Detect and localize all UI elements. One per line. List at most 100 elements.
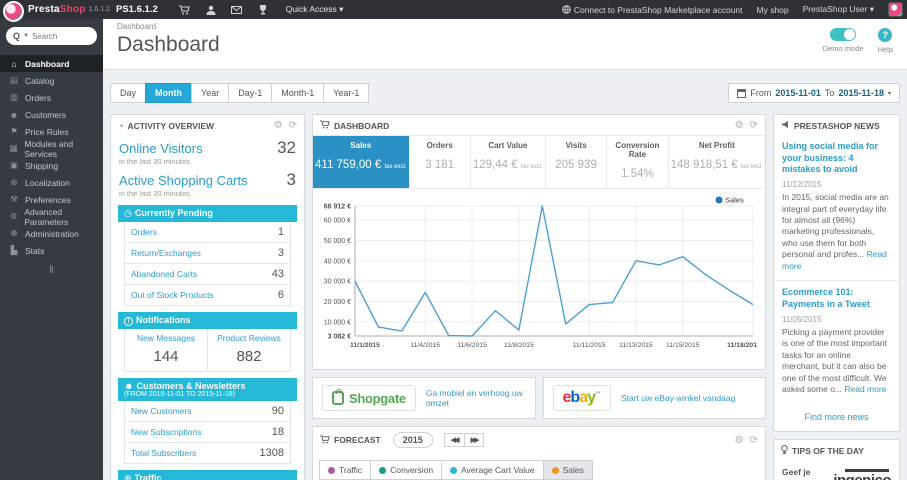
- ebay-link[interactable]: Start uw eBay-winkel vandaag: [621, 393, 735, 403]
- quick-access-menu[interactable]: Quick Access ▾: [286, 4, 344, 15]
- svg-text:30 000 €: 30 000 €: [324, 279, 351, 286]
- search-scope-caret-icon[interactable]: ▼: [23, 33, 29, 39]
- my-shop-link[interactable]: My shop: [757, 5, 789, 15]
- svg-text:3 082 €: 3 082 €: [328, 334, 351, 341]
- sidebar-item-administration[interactable]: ☸ Administration: [0, 225, 103, 242]
- news-article: Ecommerce 101: Payments in a Tweet 11/05…: [774, 281, 899, 403]
- customers-row: New Customers 90: [124, 401, 291, 422]
- sidebar-item-preferences[interactable]: ⚒ Preferences: [0, 191, 103, 208]
- returns-link[interactable]: Return/Exchanges: [131, 248, 201, 258]
- gear-icon[interactable]: ⚙: [274, 120, 283, 131]
- orders-link[interactable]: Orders: [131, 227, 157, 237]
- refresh-icon[interactable]: ⟳: [750, 435, 758, 446]
- shopgate-logo[interactable]: Shopgate: [322, 385, 416, 411]
- sidebar-item-orders[interactable]: ▥ Orders: [0, 89, 103, 106]
- sidebar-item-shipping[interactable]: ▣ Shipping: [0, 157, 103, 174]
- top-bar: PrestaShop 1.6.1.2 PS1.6.1.2 Quick Acces…: [0, 0, 907, 22]
- filter-row: Day Month Year Day-1 Month-1 Year-1 From…: [110, 83, 900, 103]
- find-more-news-link[interactable]: Find more news: [774, 404, 899, 431]
- sidebar-item-localization[interactable]: ⊕ Localization: [0, 174, 103, 191]
- out-of-stock-link[interactable]: Out of Stock Products: [131, 290, 214, 300]
- tab-traffic[interactable]: Traffic: [319, 460, 372, 480]
- gear-icon[interactable]: ⚙: [735, 435, 744, 446]
- modules-row: Shopgate Ga mobiel en verhoog uw omzet e…: [312, 377, 766, 426]
- preset-year-button[interactable]: Year: [191, 83, 230, 103]
- date-range-picker[interactable]: From 2015-11-01 To 2015-11-18 ▾: [728, 83, 900, 103]
- activity-overview-panel: ◔ ACTIVITY OVERVIEW ⚙ ⟳ Online Visitors 32…: [110, 114, 305, 480]
- online-visitors-metric: Online Visitors 32 in the last 30 minutes: [119, 138, 296, 166]
- traffic-section: ⊕Traffic(FROM 2015-11-01 TO 2015-11-18) …: [118, 470, 297, 480]
- active-carts-link[interactable]: Active Shopping Carts: [119, 173, 248, 188]
- marketplace-link[interactable]: Connect to PrestaShop Marketplace accoun…: [562, 5, 743, 15]
- forecast-panel: FORECAST 2015 ◀◀ ▶▶ ⚙ ⟳ Traffic Conversio…: [312, 426, 766, 480]
- sidebar-item-modules[interactable]: ▦ Modules and Services: [0, 139, 103, 159]
- version-label: PS1.6.1.2: [116, 4, 158, 15]
- article-title-link[interactable]: Using social media for your business: 4 …: [782, 141, 891, 176]
- kpi-sales[interactable]: Sales 411 759,00 € tax excl.: [313, 136, 410, 188]
- forecast-tabs: Traffic Conversion Average Cart Value Sa…: [313, 452, 765, 480]
- new-subscriptions-link[interactable]: New Subscriptions: [131, 427, 201, 437]
- forecast-year[interactable]: 2015: [392, 432, 433, 448]
- user-avatar[interactable]: [888, 2, 903, 17]
- next-year-button[interactable]: ▶▶: [463, 434, 484, 446]
- cart-icon[interactable]: [172, 4, 198, 15]
- user-icon[interactable]: [198, 5, 224, 15]
- sidebar-item-stats[interactable]: ▙ Stats: [0, 242, 103, 259]
- calendar-icon: [737, 88, 747, 98]
- customers-icon: ☻: [9, 109, 19, 120]
- svg-text:10 000 €: 10 000 €: [324, 319, 351, 326]
- trophy-icon[interactable]: [250, 4, 276, 15]
- svg-text:11/4/2015: 11/4/2015: [410, 342, 440, 349]
- kpi-visits[interactable]: Visits 205 939: [546, 136, 608, 188]
- lightbulb-icon: [781, 444, 788, 457]
- new-messages-link[interactable]: New Messages: [127, 333, 205, 343]
- sidebar-item-price-rules[interactable]: ⚑ Price Rules: [0, 123, 103, 140]
- sidebar-search[interactable]: Q ▼: [6, 27, 97, 45]
- refresh-icon[interactable]: ⟳: [289, 120, 297, 131]
- preset-month-1-button[interactable]: Month-1: [271, 83, 325, 103]
- sidebar-item-customers[interactable]: ☻ Customers: [0, 106, 103, 123]
- shopgate-link[interactable]: Ga mobiel en verhoog uw omzet: [426, 388, 526, 408]
- previous-year-button[interactable]: ◀◀: [445, 434, 464, 446]
- total-subscribers-link[interactable]: Total Subscribers: [131, 448, 196, 458]
- tips-heading: Geef je Sales in het buitenland een Boos…: [782, 466, 814, 480]
- sidebar-item-advanced-parameters[interactable]: ⚙ Advanced Parameters: [0, 207, 103, 227]
- tab-sales[interactable]: Sales: [542, 460, 593, 480]
- kpi-net-profit[interactable]: Net Profit 148 918,51 € tax excl.: [669, 136, 765, 188]
- article-title-link[interactable]: Ecommerce 101: Payments in a Tweet: [782, 287, 891, 310]
- kpi-conversion-rate[interactable]: Conversion Rate 1.54%: [607, 136, 669, 188]
- sidebar-item-dashboard[interactable]: ⌂ Dashboard: [0, 55, 103, 72]
- pending-row: Return/Exchanges 3: [124, 243, 291, 264]
- preset-day-button[interactable]: Day: [110, 83, 147, 103]
- new-customers-link[interactable]: New Customers: [131, 406, 191, 416]
- sales-line-chart: 66 912 € 60 000 € 50 000 € 40 000 € 30 000 €…: [313, 189, 765, 369]
- abandoned-carts-link[interactable]: Abandoned Carts: [131, 269, 197, 279]
- preset-day-1-button[interactable]: Day-1: [228, 83, 273, 103]
- read-more-link[interactable]: Read more: [844, 384, 886, 394]
- breadcrumb[interactable]: Dashboard: [117, 22, 907, 31]
- demo-mode-toggle[interactable]: [830, 28, 857, 41]
- user-menu[interactable]: PrestaShop User ▾: [803, 4, 874, 15]
- kpi-cart-value[interactable]: Cart Value 129,44 € tax excl.: [471, 136, 546, 188]
- preset-year-1-button[interactable]: Year-1: [323, 83, 370, 103]
- content-area: Day Month Year Day-1 Month-1 Year-1 From…: [103, 70, 907, 480]
- prestashop-logo: [3, 1, 24, 22]
- tab-conversion[interactable]: Conversion: [370, 460, 443, 480]
- preset-month-button[interactable]: Month: [145, 83, 193, 103]
- mail-icon[interactable]: [224, 5, 250, 14]
- sidebar-item-catalog[interactable]: ▤ Catalog: [0, 72, 103, 89]
- product-reviews-link[interactable]: Product Reviews: [210, 333, 288, 343]
- tips-of-the-day-panel: TIPS OF THE DAY Geef je Sales in het bui…: [773, 438, 900, 480]
- sidebar-collapse-icon[interactable]: ‖: [0, 265, 103, 276]
- activity-icon: ◔: [118, 120, 124, 131]
- ebay-logo[interactable]: ebay™: [552, 385, 611, 411]
- gear-icon[interactable]: ⚙: [735, 120, 744, 131]
- kpi-orders[interactable]: Orders 3 181: [410, 136, 471, 188]
- tab-average-cart-value[interactable]: Average Cart Value: [441, 460, 544, 480]
- brand-name: PrestaShop: [28, 4, 86, 15]
- refresh-icon[interactable]: ⟳: [750, 120, 758, 131]
- online-visitors-link[interactable]: Online Visitors: [119, 141, 203, 156]
- search-input[interactable]: [31, 31, 87, 41]
- traffic-dot-icon: [328, 466, 335, 474]
- help-icon[interactable]: ?: [878, 28, 893, 42]
